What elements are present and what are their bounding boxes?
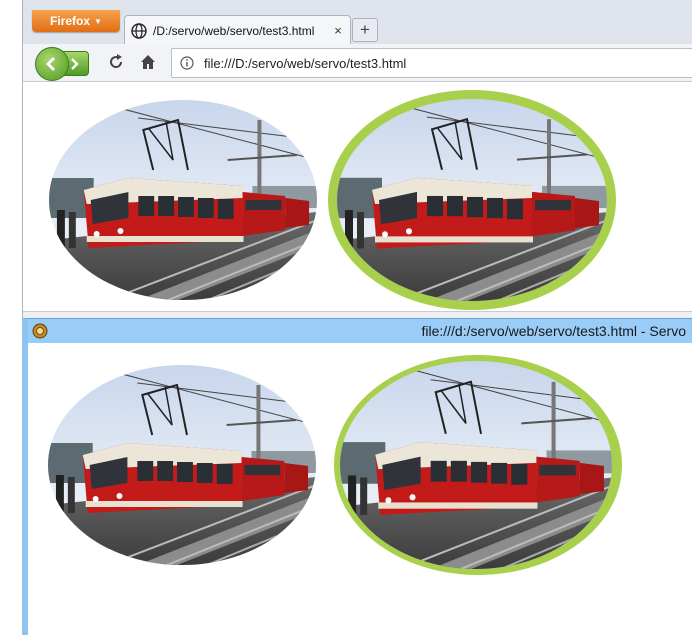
servo-title-bar[interactable]: file:///d:/servo/web/servo/test3.html - … (28, 319, 692, 343)
browser-tab[interactable]: /D:/servo/web/servo/test3.html × (124, 15, 351, 45)
forward-arrow-icon (71, 57, 79, 70)
url-text: file:///D:/servo/web/servo/test3.html (204, 55, 407, 71)
servo-logo-icon (32, 323, 48, 339)
firefox-window: Firefox ▼ /D:/servo/web/servo/test3.html… (22, 0, 692, 319)
reload-icon[interactable] (107, 53, 125, 71)
tram-image-oval (48, 365, 316, 565)
tram-image-oval (49, 100, 317, 300)
url-bar[interactable]: file:///D:/servo/web/servo/test3.html (171, 48, 692, 78)
home-icon[interactable] (139, 53, 157, 71)
back-button[interactable] (35, 47, 69, 81)
tab-strip: Firefox ▼ /D:/servo/web/servo/test3.html… (23, 0, 692, 45)
back-arrow-icon (46, 57, 55, 71)
servo-page-content (28, 343, 692, 636)
navigation-toolbar: file:///D:/servo/web/servo/test3.html (23, 44, 692, 82)
firefox-menu-label: Firefox (50, 14, 91, 28)
servo-window: file:///d:/servo/web/servo/test3.html - … (22, 318, 692, 636)
servo-window-title: file:///d:/servo/web/servo/test3.html - … (421, 323, 686, 339)
close-tab-icon[interactable]: × (330, 23, 346, 38)
tram-image-oval-bordered (334, 355, 622, 575)
globe-icon (131, 22, 147, 39)
tram-image-oval-bordered (328, 90, 616, 310)
firefox-menu-button[interactable]: Firefox ▼ (32, 10, 120, 32)
tab-title: /D:/servo/web/servo/test3.html (153, 23, 315, 38)
info-icon[interactable] (180, 56, 194, 70)
firefox-page-content (23, 82, 692, 318)
new-tab-button[interactable]: + (352, 18, 378, 42)
chevron-down-icon: ▼ (94, 16, 102, 26)
